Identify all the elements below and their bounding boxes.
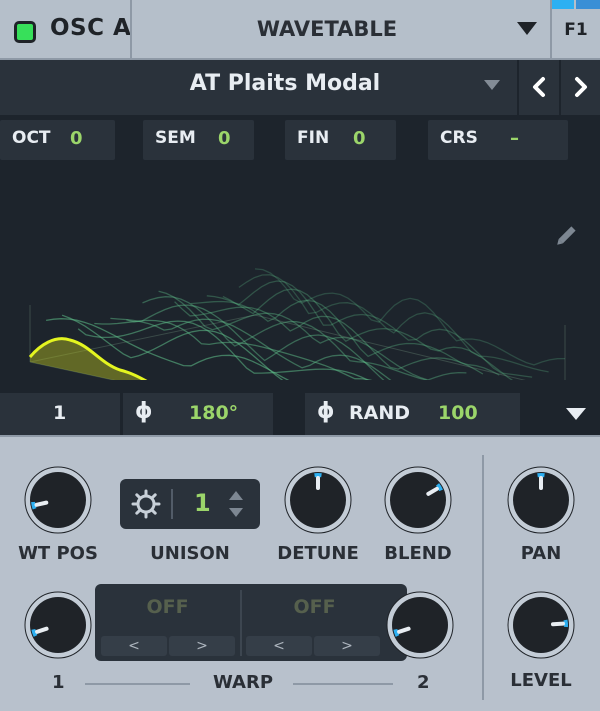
warp-slot-1[interactable]: OFF < > xyxy=(95,584,240,661)
route-label: F1 xyxy=(564,20,588,40)
phase-rand-icon: ϕ xyxy=(317,399,335,424)
octave-label: OCT xyxy=(12,128,51,148)
warp2-next-button[interactable]: > xyxy=(314,636,380,656)
phase-value[interactable]: 180° xyxy=(189,402,238,424)
octave-value[interactable]: 0 xyxy=(70,128,83,149)
chevron-right-icon xyxy=(575,77,587,97)
wt-pos-label: WT POS xyxy=(18,543,98,564)
filter-route-button[interactable]: F1 xyxy=(552,0,600,60)
pencil-edit-icon[interactable] xyxy=(555,226,576,247)
frame-value: 1 xyxy=(53,402,67,424)
unison-separator xyxy=(171,489,173,519)
wavetable-3d-display[interactable] xyxy=(0,165,600,380)
warp-label: WARP xyxy=(213,672,274,693)
rand-label: RAND xyxy=(349,402,411,424)
warp2-prev-button[interactable]: < xyxy=(246,636,312,656)
warp1-knob[interactable] xyxy=(23,590,93,660)
warp-line-left xyxy=(85,683,190,685)
semitone-label: SEM xyxy=(155,128,196,148)
blend-label: BLEND xyxy=(384,543,452,564)
wave-slice xyxy=(238,274,549,373)
detune-label: DETUNE xyxy=(277,543,359,564)
osc-type-label: WAVETABLE xyxy=(256,17,398,41)
level-knob[interactable] xyxy=(506,590,576,660)
wavetable-panel: AT Plaits Modal OCT 0 SEM 0 FIN 0 CRS – xyxy=(0,60,600,435)
warp-slot-2[interactable]: OFF < > xyxy=(242,584,387,661)
warp2-mode[interactable]: OFF xyxy=(242,596,387,618)
wavetable-next-button[interactable] xyxy=(559,60,599,115)
coarse-control[interactable]: CRS – xyxy=(428,120,568,160)
wavetable-selector[interactable]: AT Plaits Modal xyxy=(0,60,600,115)
osc-type-dropdown[interactable]: WAVETABLE xyxy=(130,0,552,60)
rand-value[interactable]: 100 xyxy=(438,402,478,424)
warp2-knob[interactable] xyxy=(385,590,455,660)
wt-pos-knob[interactable] xyxy=(23,465,93,535)
unison-voices-control[interactable]: 1 xyxy=(120,479,260,529)
unison-label: UNISON xyxy=(150,543,230,564)
fine-control[interactable]: FIN 0 xyxy=(285,120,396,160)
pan-label: PAN xyxy=(520,543,562,564)
osc-power-toggle[interactable] xyxy=(14,21,36,43)
route-indicator-a xyxy=(552,0,574,9)
warp1-index: 1 xyxy=(52,672,65,693)
coarse-label: CRS xyxy=(440,128,478,148)
warp-modes-panel: OFF < > OFF < > xyxy=(95,584,407,661)
oscillator-controls-panel: WT POS 1 UNISON DETUNE BLEND PAN OFF < >… xyxy=(0,435,600,711)
semitone-value[interactable]: 0 xyxy=(218,128,231,149)
wavetable-prev-button[interactable] xyxy=(517,60,557,115)
wave-slice xyxy=(126,304,385,380)
fine-value[interactable]: 0 xyxy=(353,128,366,149)
octave-control[interactable]: OCT 0 xyxy=(0,120,115,160)
phase-icon: ϕ xyxy=(135,399,153,424)
phase-random-control[interactable]: ϕ RAND 100 xyxy=(305,393,520,435)
coarse-value[interactable]: – xyxy=(510,128,519,149)
warp1-prev-button[interactable]: < xyxy=(101,636,167,656)
osc-name: OSC A xyxy=(50,15,132,41)
pan-knob[interactable] xyxy=(506,465,576,535)
frame-number-control[interactable]: 1 xyxy=(0,393,120,435)
dropdown-arrow-icon xyxy=(517,22,537,35)
oscillator-header: OSC A WAVETABLE F1 xyxy=(0,0,600,60)
phase-control[interactable]: ϕ 180° xyxy=(123,393,273,435)
expand-down-icon[interactable] xyxy=(562,400,590,428)
level-label: LEVEL xyxy=(510,670,572,691)
stepper-arrows-icon[interactable] xyxy=(227,488,245,520)
semitone-control[interactable]: SEM 0 xyxy=(143,120,254,160)
wave-slice xyxy=(254,268,566,366)
warp-line-right xyxy=(293,683,393,685)
warp1-next-button[interactable]: > xyxy=(169,636,235,656)
blend-knob[interactable] xyxy=(383,465,453,535)
chevron-left-icon xyxy=(533,77,545,97)
warp1-mode[interactable]: OFF xyxy=(95,596,240,618)
warp2-index: 2 xyxy=(417,672,430,693)
detune-knob[interactable] xyxy=(283,465,353,535)
wavetable-menu-arrow-icon[interactable] xyxy=(484,80,500,90)
route-indicator-b xyxy=(576,0,600,9)
wave-slices xyxy=(45,268,566,380)
gear-icon[interactable] xyxy=(131,489,161,519)
wave-slice xyxy=(174,301,484,375)
fine-label: FIN xyxy=(297,128,330,148)
unison-value[interactable]: 1 xyxy=(194,489,211,517)
panel-divider xyxy=(482,455,484,700)
